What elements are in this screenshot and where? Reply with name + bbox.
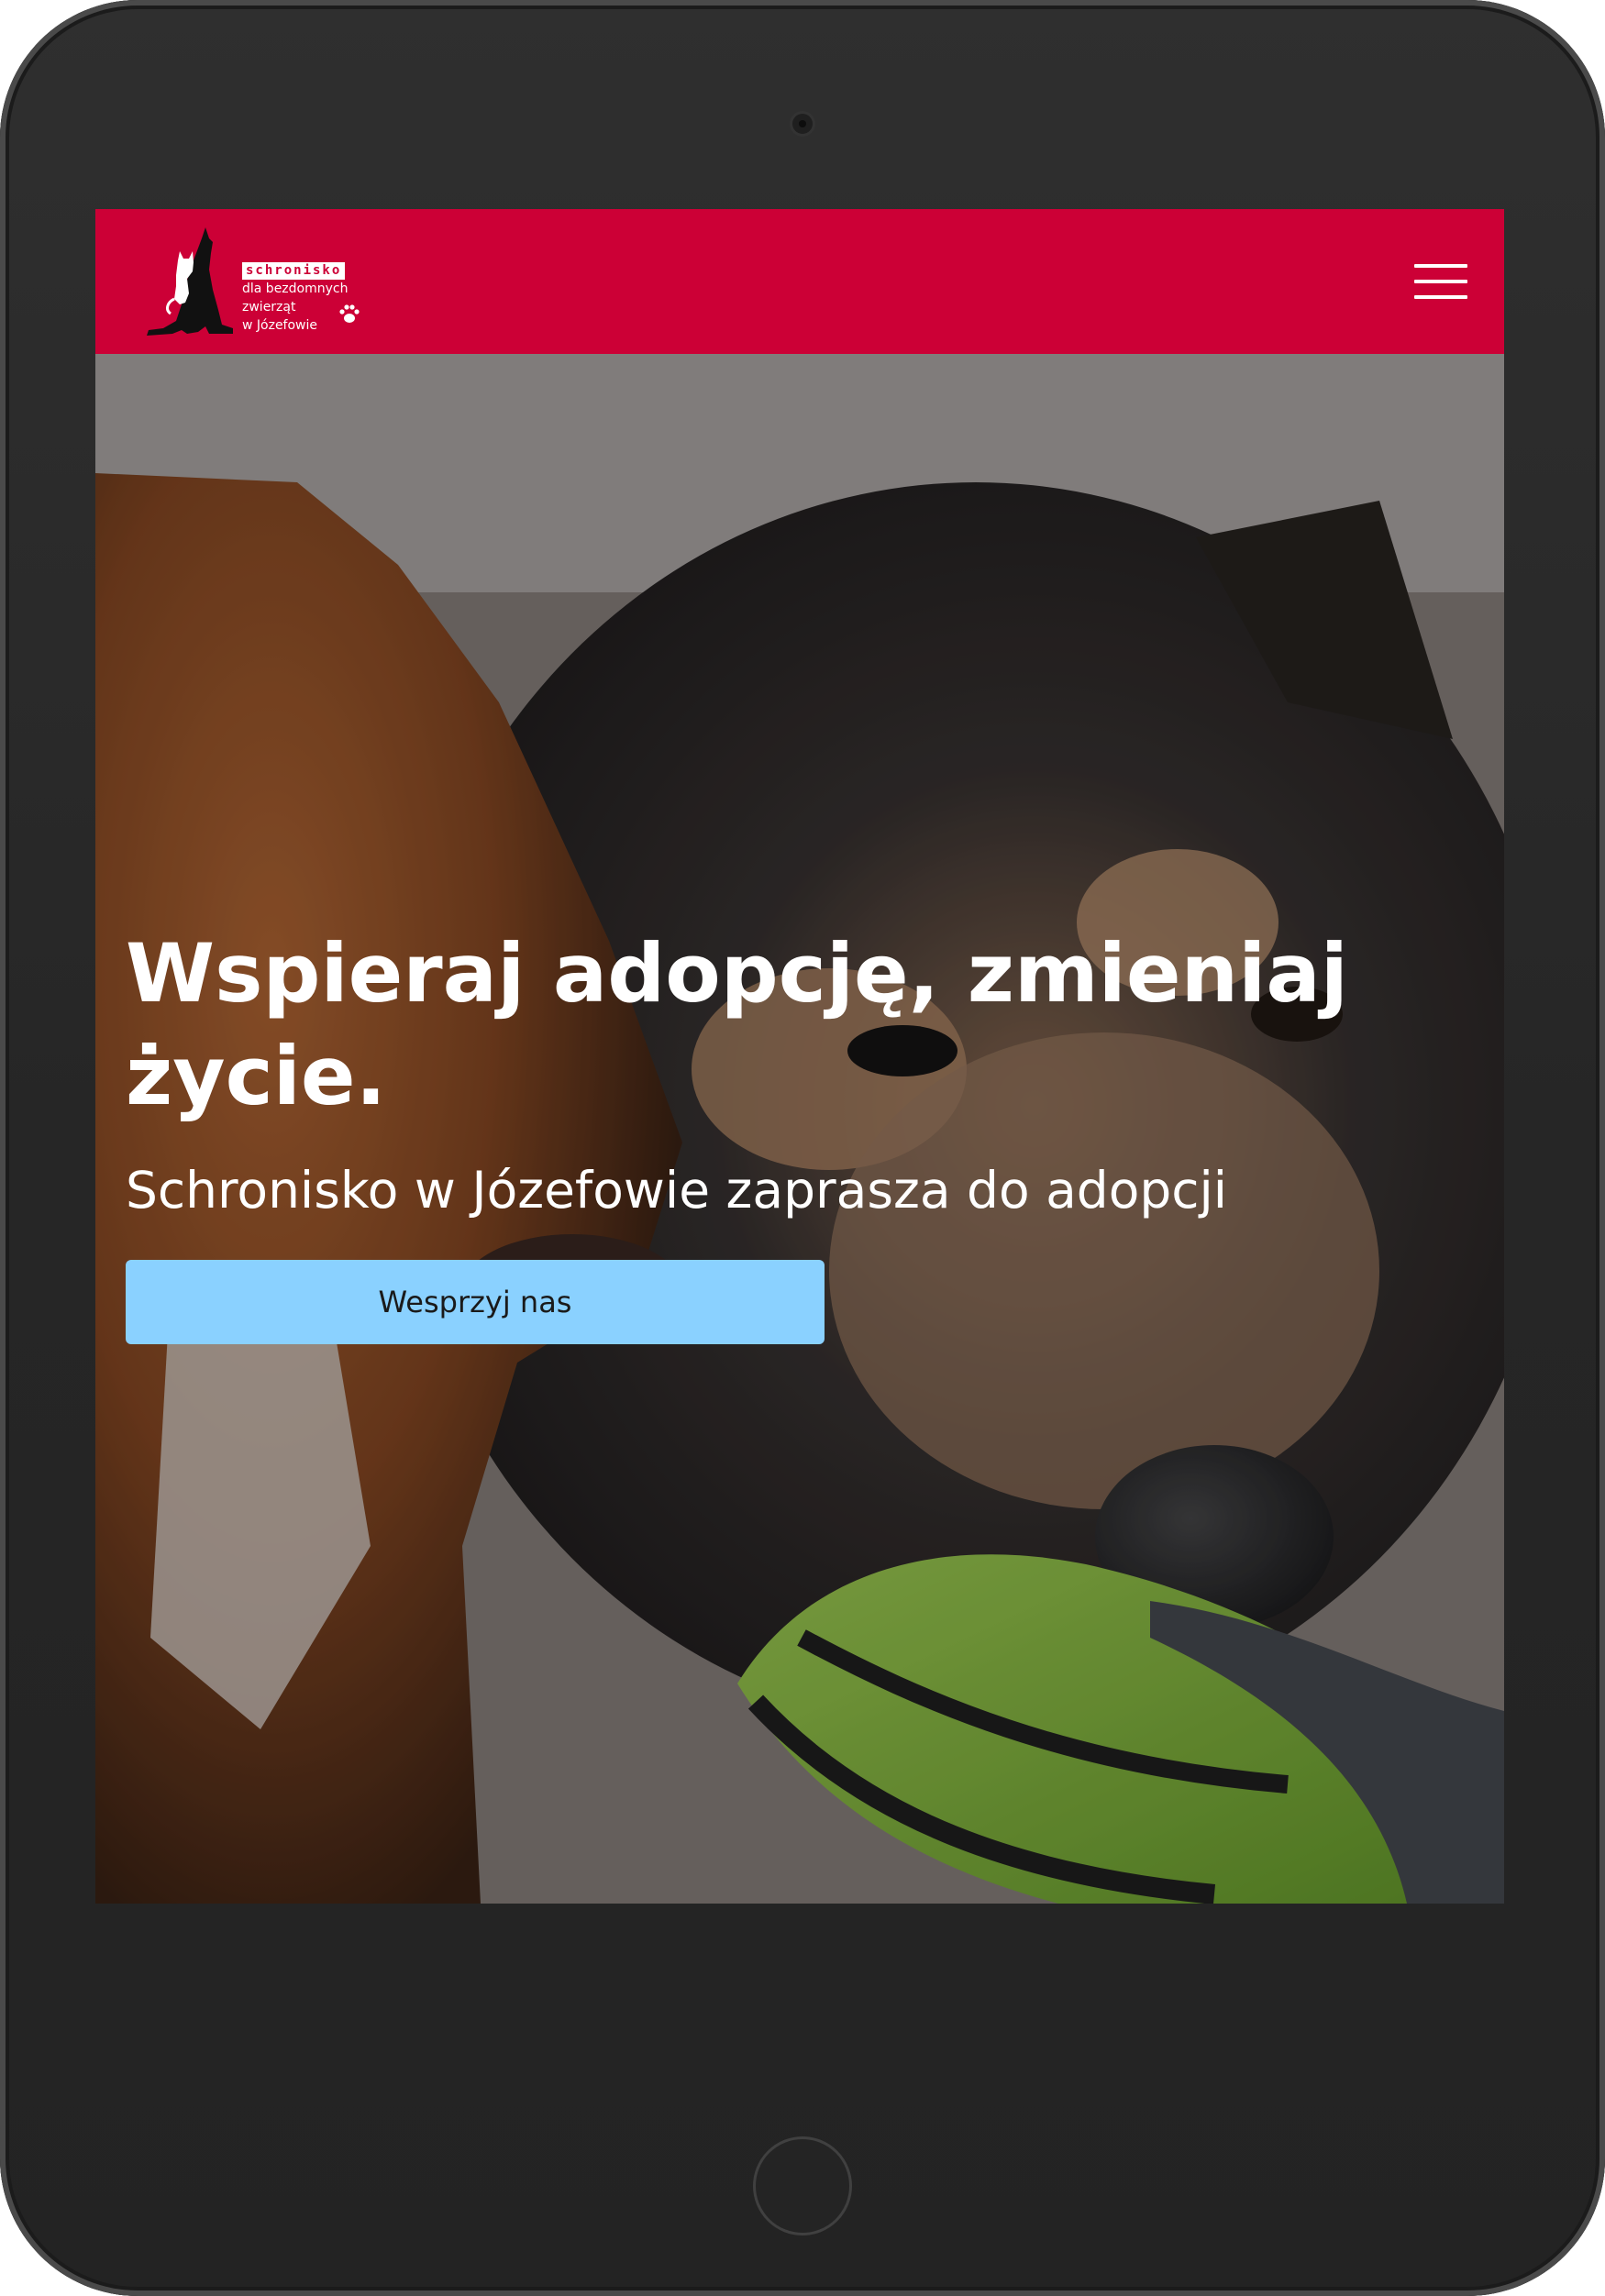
dog-cat-silhouette-icon xyxy=(147,227,233,336)
hero-content: Wspieraj adopcję, zmieniaj życie. Schron… xyxy=(126,922,1465,1344)
hero-title: Wspieraj adopcję, zmieniaj życie. xyxy=(126,926,1348,1123)
logo-line-1: dla bezdomnych xyxy=(242,281,349,296)
logo-title: schronisko xyxy=(242,262,346,280)
support-us-button[interactable]: Wesprzyj nas xyxy=(126,1260,825,1344)
screen: schronisko dla bezdomnych zwierząt w Józ… xyxy=(95,209,1504,1904)
site-header: schronisko dla bezdomnych zwierząt w Józ… xyxy=(95,209,1504,354)
hamburger-menu-icon[interactable] xyxy=(1414,262,1471,301)
hero-section: Wspieraj adopcję, zmieniaj życie. Schron… xyxy=(95,354,1504,1904)
front-camera xyxy=(792,114,813,134)
paw-icon xyxy=(339,304,360,323)
home-button[interactable] xyxy=(753,2136,852,2235)
tablet-frame: schronisko dla bezdomnych zwierząt w Józ… xyxy=(0,0,1605,2296)
site-logo[interactable]: schronisko dla bezdomnych zwierząt w Józ… xyxy=(145,226,383,339)
hero-subtitle: Schronisko w Józefowie zaprasza do adopc… xyxy=(126,1161,1228,1220)
